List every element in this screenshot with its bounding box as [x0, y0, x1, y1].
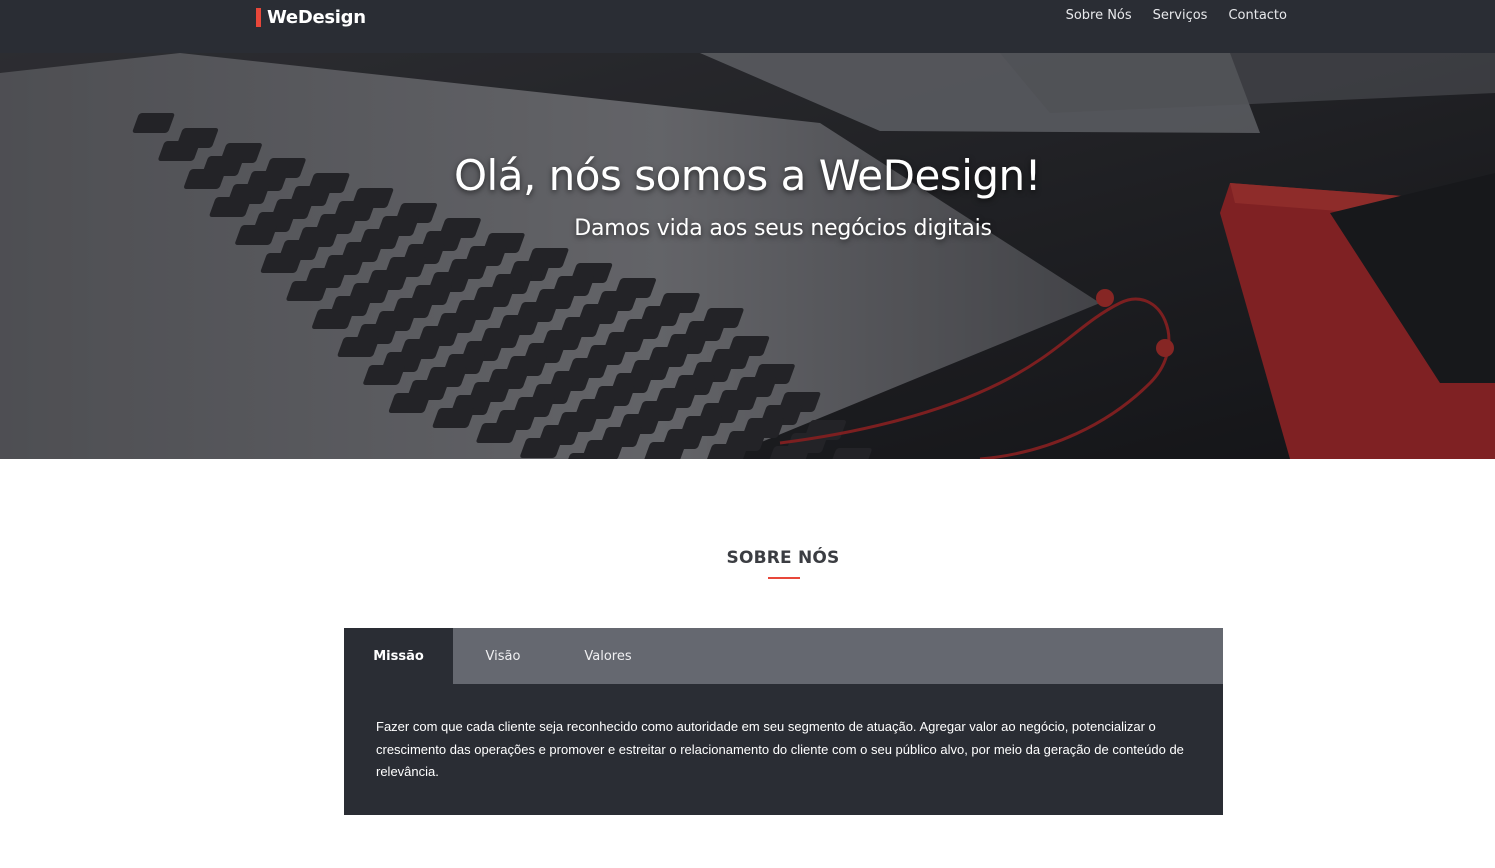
tab-content-missao: Fazer com que cada cliente seja reconhec… [376, 719, 1184, 779]
tab-visao[interactable]: Visão [453, 628, 553, 684]
brand-accent-bar [256, 7, 261, 27]
tab-valores[interactable]: Valores [553, 628, 663, 684]
section-title-sobre-nos: SOBRE NÓS [726, 548, 840, 568]
about-tabs-panel: Missão Visão Valores Fazer com que cada … [344, 628, 1223, 815]
nav-link-sobre-nos[interactable]: Sobre Nós [1066, 8, 1132, 23]
section-title-underline [768, 577, 800, 579]
brand-name: WeDesign [267, 6, 366, 28]
nav-links: Sobre Nós Serviços Contacto [1045, 8, 1287, 23]
tab-missao[interactable]: Missão [344, 628, 453, 684]
nav-link-contacto[interactable]: Contacto [1228, 8, 1287, 23]
hero-title: Olá, nós somos a WeDesign! [454, 151, 1041, 200]
brand-logo[interactable]: WeDesign [256, 6, 366, 28]
hero-overlay [0, 53, 1495, 459]
hero-subtitle: Damos vida aos seus negócios digitais [574, 216, 992, 241]
navbar: WeDesign Sobre Nós Serviços Contacto [0, 0, 1495, 53]
tab-bar: Missão Visão Valores [344, 628, 1223, 684]
hero-banner: Olá, nós somos a WeDesign! Damos vida ao… [0, 53, 1495, 459]
nav-link-servicos[interactable]: Serviços [1153, 8, 1208, 23]
